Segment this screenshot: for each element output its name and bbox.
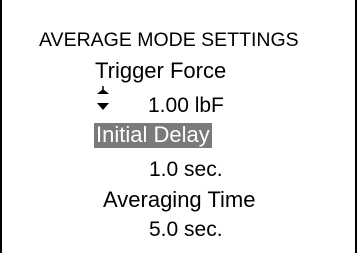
trigger-force-label[interactable]: Trigger Force xyxy=(95,60,226,82)
averaging-time-label[interactable]: Averaging Time xyxy=(103,189,255,211)
average-mode-settings-screen: AVERAGE MODE SETTINGS Trigger Force 1.00… xyxy=(0,0,357,253)
averaging-time-value: 5.0 sec. xyxy=(149,218,223,241)
page-title: AVERAGE MODE SETTINGS xyxy=(39,29,299,51)
adjust-arrows xyxy=(97,86,109,110)
initial-delay-value: 1.0 sec. xyxy=(149,158,223,181)
trigger-force-value: 1.00 lbF xyxy=(148,94,224,117)
trigger-force-row: 1.00 lbF xyxy=(96,86,256,116)
down-arrow-icon[interactable] xyxy=(97,103,109,110)
up-arrow-icon[interactable] xyxy=(97,86,109,94)
initial-delay-label[interactable]: Initial Delay xyxy=(94,123,212,148)
